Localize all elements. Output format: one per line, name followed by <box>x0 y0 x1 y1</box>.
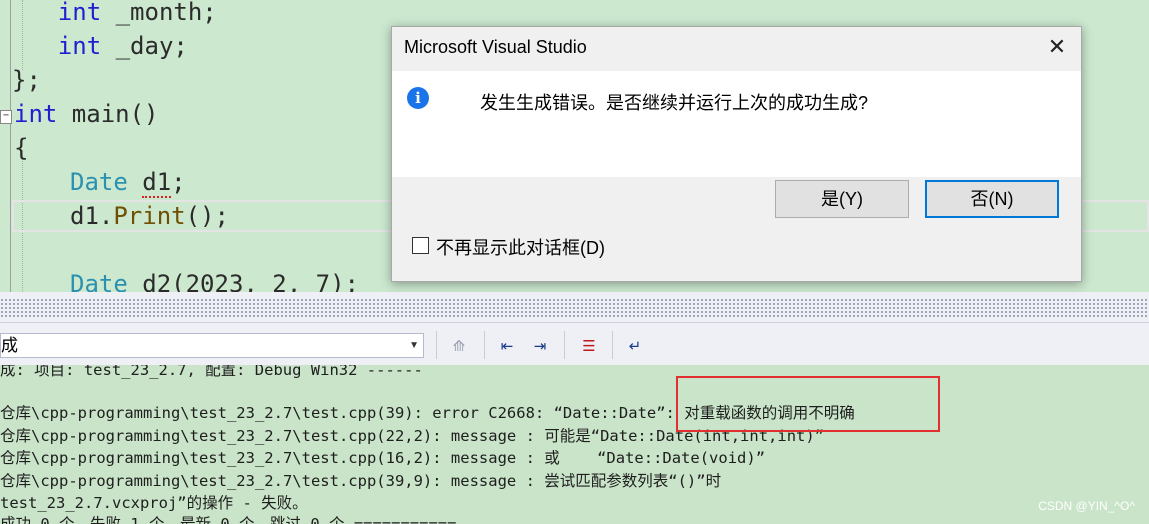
no-button[interactable]: 否(N) <box>925 180 1059 218</box>
info-icon: i <box>407 87 429 109</box>
code-line[interactable]: { <box>14 132 28 165</box>
watermark: CSDN @YIN_^O^ <box>1038 499 1135 513</box>
output-toolbar: 成 ▼ ⟰ ⇤ ⇥ ☰ ↵ <box>0 322 1149 366</box>
toolbar-separator <box>564 331 565 359</box>
dialog-title: Microsoft Visual Studio <box>404 37 587 57</box>
code-line[interactable]: int _day; <box>0 30 188 63</box>
code-line[interactable]: int _month; <box>0 0 217 29</box>
message-dialog: Microsoft Visual Studio ✕ i 发生生成错误。是否继续并… <box>391 26 1082 282</box>
code-line[interactable]: Date d1; <box>70 166 186 199</box>
clear-all-icon[interactable]: ☰ <box>576 333 602 359</box>
highlight-annotation-box <box>676 376 940 432</box>
output-line: 成: 项目: test_23_2.7, 配置: Debug Win32 ----… <box>0 365 423 379</box>
toolbar-separator <box>436 331 437 359</box>
collapse-toggle[interactable]: − <box>0 110 12 124</box>
output-line: test_23_2.7.vcxproj”的操作 - 失败。 <box>0 494 308 512</box>
close-icon[interactable]: ✕ <box>1043 33 1071 61</box>
code-line[interactable]: }; <box>12 64 41 97</box>
dialog-message: 发生生成错误。是否继续并运行上次的成功生成? <box>480 93 869 113</box>
chevron-down-icon[interactable]: ▼ <box>409 334 419 357</box>
dont-show-again-label[interactable]: 不再显示此对话框(D) <box>436 234 605 260</box>
output-line: 成功 0 个，失败 1 个，最新 0 个，跳过 0 个 =========== <box>0 515 457 524</box>
output-source-value: 成 <box>1 336 18 355</box>
output-line: 仓库\cpp-programming\test_23_2.7\test.cpp(… <box>0 472 722 490</box>
output-source-select[interactable]: 成 ▼ <box>0 333 424 358</box>
find-message-icon[interactable]: ⟰ <box>446 333 472 359</box>
toolbar-separator <box>484 331 485 359</box>
output-line: 仓库\cpp-programming\test_23_2.7\test.cpp(… <box>0 449 766 467</box>
dialog-content: i 发生生成错误。是否继续并运行上次的成功生成? <box>392 71 1081 177</box>
previous-message-icon[interactable]: ⇤ <box>494 333 520 359</box>
code-line[interactable]: d1.Print(); <box>70 200 229 233</box>
panel-drag-grip[interactable] <box>0 298 1149 318</box>
code-line[interactable]: int main() <box>14 98 159 131</box>
error-squiggle: d1 <box>142 168 172 198</box>
toolbar-separator <box>612 331 613 359</box>
output-text-area[interactable]: 成: 项目: test_23_2.7, 配置: Debug Win32 ----… <box>0 365 1149 524</box>
yes-button[interactable]: 是(Y) <box>775 180 909 218</box>
next-message-icon[interactable]: ⇥ <box>527 333 553 359</box>
word-wrap-icon[interactable]: ↵ <box>622 333 648 359</box>
code-line[interactable]: Date d2(2023, 2, 7); <box>70 268 359 292</box>
dont-show-again-checkbox[interactable] <box>412 237 429 254</box>
